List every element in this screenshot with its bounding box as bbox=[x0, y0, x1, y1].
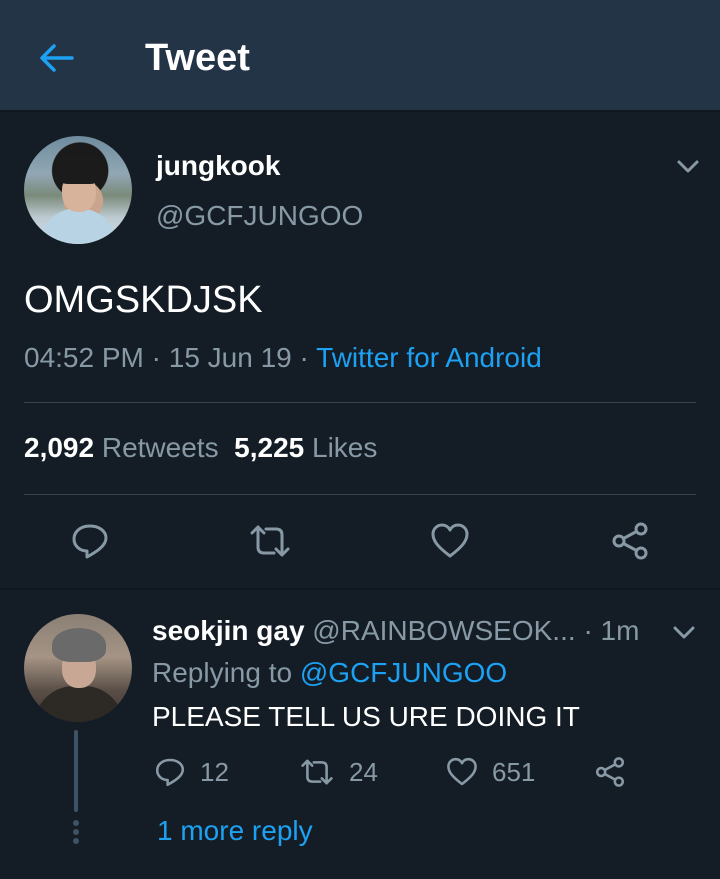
back-button[interactable] bbox=[28, 34, 84, 82]
reply-time: · 1m bbox=[583, 615, 640, 646]
likes-count: 5,225 bbox=[234, 432, 305, 463]
reply-header: seokjin gay @RAINBOWSEOK... · 1m bbox=[152, 614, 639, 648]
retweets-count: 2,092 bbox=[24, 432, 95, 463]
retweets-label: Retweets bbox=[101, 432, 219, 463]
reply-icon bbox=[72, 524, 108, 559]
more-replies-link[interactable]: 1 more reply bbox=[157, 814, 313, 848]
reply-like-button[interactable]: 651 bbox=[446, 752, 535, 792]
retweet-button[interactable] bbox=[246, 517, 294, 565]
tweet-stats: 2,092 Retweets 5,225 Likes bbox=[24, 430, 377, 466]
replying-mention-link[interactable]: @GCFJUNGOO bbox=[300, 657, 507, 688]
divider bbox=[24, 494, 696, 495]
like-icon bbox=[431, 523, 469, 558]
like-icon bbox=[447, 757, 477, 786]
reply-reply-button[interactable]: 12 bbox=[154, 752, 229, 792]
retweet-icon bbox=[301, 759, 333, 785]
likes-label: Likes bbox=[312, 432, 378, 463]
divider bbox=[24, 402, 696, 403]
tweet-text: OMGSKDJSK bbox=[24, 279, 263, 321]
meta-separator: · bbox=[291, 342, 317, 373]
reply-text: PLEASE TELL US URE DOING IT bbox=[152, 701, 580, 732]
tweet-source-link[interactable]: Twitter for Android bbox=[316, 342, 542, 373]
like-count: 651 bbox=[492, 756, 536, 787]
share-button[interactable] bbox=[606, 517, 654, 565]
reply-icon bbox=[155, 758, 185, 787]
thread-line bbox=[74, 730, 78, 812]
reply-author-handle[interactable]: @RAINBOWSEOK... bbox=[312, 615, 575, 646]
reply-count: 12 bbox=[200, 756, 229, 787]
chevron-down-icon[interactable] bbox=[670, 618, 698, 646]
meta-separator: · bbox=[143, 342, 169, 373]
replying-to: Replying to @GCFJUNGOO bbox=[152, 656, 507, 690]
retweet-icon bbox=[250, 525, 290, 557]
reply-button[interactable] bbox=[66, 517, 114, 565]
back-arrow-icon bbox=[40, 44, 74, 72]
reply-retweet-button[interactable]: 24 bbox=[299, 752, 378, 792]
share-icon bbox=[612, 522, 648, 560]
tweet-actions bbox=[0, 517, 720, 577]
tweet-time: 04:52 PM bbox=[24, 342, 144, 373]
reply-share-button[interactable] bbox=[594, 752, 626, 792]
page-title: Tweet bbox=[145, 37, 250, 79]
author-handle[interactable]: @GCFJUNGOO bbox=[156, 200, 363, 232]
retweet-count: 24 bbox=[349, 756, 378, 787]
reply-author-name[interactable]: seokjin gay bbox=[152, 615, 305, 646]
tweet-date: 15 Jun 19 bbox=[168, 342, 292, 373]
tweet-meta: 04:52 PM · 15 Jun 19 · Twitter for Andro… bbox=[24, 340, 542, 376]
author-avatar[interactable] bbox=[24, 136, 132, 244]
top-app-bar: Tweet bbox=[0, 0, 720, 112]
retweets-stat[interactable]: 2,092 Retweets bbox=[24, 432, 219, 463]
likes-stat[interactable]: 5,225 Likes bbox=[234, 432, 377, 463]
share-icon bbox=[595, 757, 625, 787]
like-button[interactable] bbox=[426, 517, 474, 565]
reply-tweet[interactable]: seokjin gay @RAINBOWSEOK... · 1m Replyin… bbox=[0, 590, 720, 879]
author-name[interactable]: jungkook bbox=[156, 150, 280, 182]
chevron-down-icon[interactable] bbox=[674, 152, 702, 180]
thread-dots bbox=[73, 820, 79, 844]
reply-author-avatar[interactable] bbox=[24, 614, 132, 722]
replying-prefix: Replying to bbox=[152, 657, 300, 688]
